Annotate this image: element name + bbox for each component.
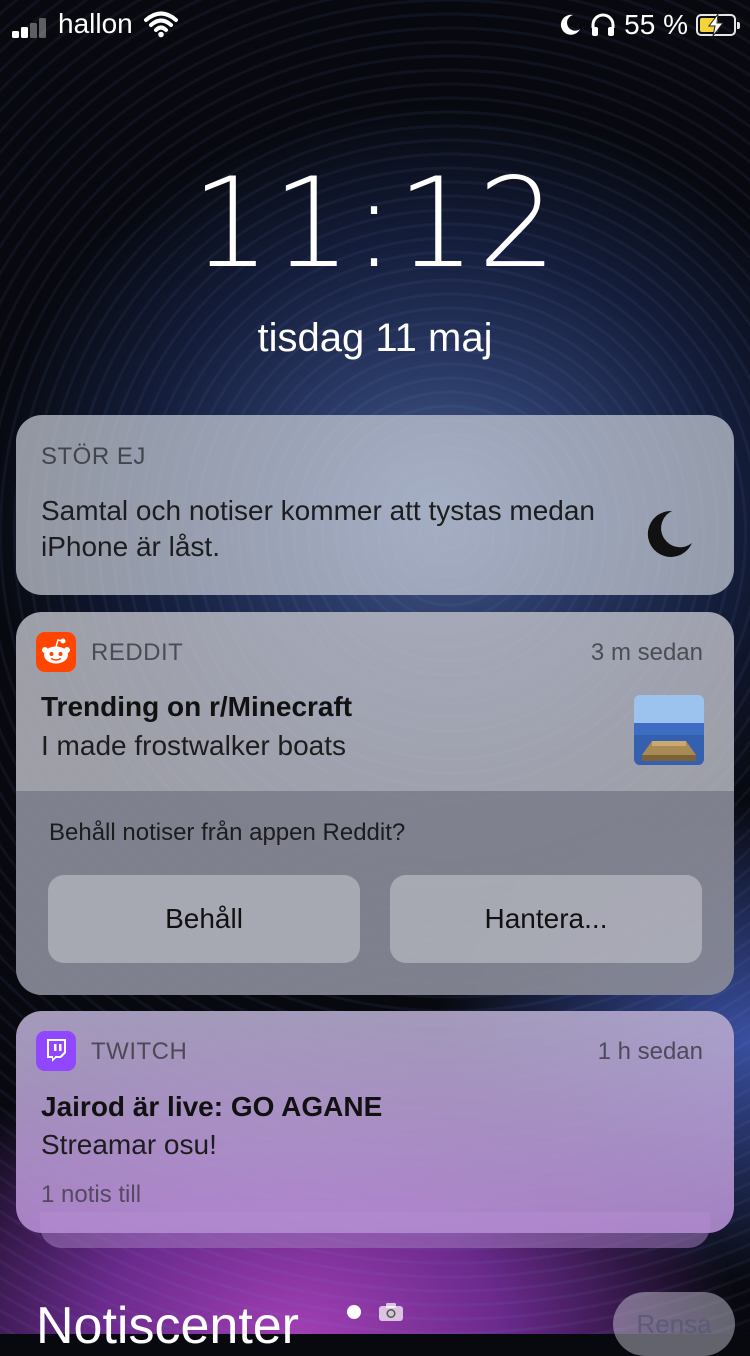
twitch-app-name: TWITCH (91, 1038, 188, 1065)
reddit-body: I made frostwalker boats (41, 730, 347, 761)
keep-notifications-prompt: Behåll notiser från appen Reddit? (49, 819, 406, 846)
status-bar: hallon 55 % (0, 0, 750, 50)
reddit-app-icon (36, 632, 76, 672)
page-indicator-dot (347, 1305, 361, 1319)
battery-charging-icon (696, 13, 740, 37)
carrier-name: hallon (58, 8, 133, 39)
twitch-body: Streamar osu! (41, 1129, 217, 1160)
headphones-icon (591, 13, 615, 36)
reddit-time: 3 m sedan (590, 639, 703, 666)
signal-icon (12, 18, 52, 38)
more-notifications-label: 1 notis till (41, 1181, 142, 1208)
twitch-app-icon (36, 1031, 76, 1071)
lock-time: 11:12 (191, 152, 559, 296)
keep-button[interactable]: Behåll (48, 875, 360, 963)
reddit-title: Trending on r/Minecraft (41, 691, 353, 722)
twitch-notification[interactable]: TWITCH 1 h sedan Jairod är live: GO AGAN… (16, 1011, 734, 1233)
notification-center-title: Notiscenter (36, 1297, 299, 1355)
twitch-time: 1 h sedan (597, 1038, 703, 1065)
twitch-title: Jairod är live: GO AGANE (41, 1091, 383, 1122)
notification-feedback-panel: Behåll notiser från appen Reddit? Behåll… (16, 791, 734, 995)
dnd-card[interactable]: STÖR EJ Samtal och notiser kommer att ty… (16, 415, 734, 595)
camera-icon[interactable] (378, 1302, 404, 1322)
reddit-thumbnail (634, 695, 704, 765)
moon-icon (561, 14, 581, 35)
lock-date: tisdag 11 maj (257, 316, 493, 360)
wifi-icon (144, 11, 178, 38)
manage-button[interactable]: Hantera... (390, 875, 702, 963)
reddit-notification[interactable]: REDDIT 3 m sedan Trending on r/Minecraft… (16, 612, 734, 995)
clear-button[interactable]: Rensa (613, 1292, 735, 1356)
dnd-title: STÖR EJ (41, 443, 146, 470)
battery-percent: 55 % (624, 9, 688, 40)
dnd-body: Samtal och notiser kommer att tystas med… (41, 495, 595, 562)
reddit-app-name: REDDIT (91, 639, 184, 666)
moon-icon (647, 510, 692, 557)
